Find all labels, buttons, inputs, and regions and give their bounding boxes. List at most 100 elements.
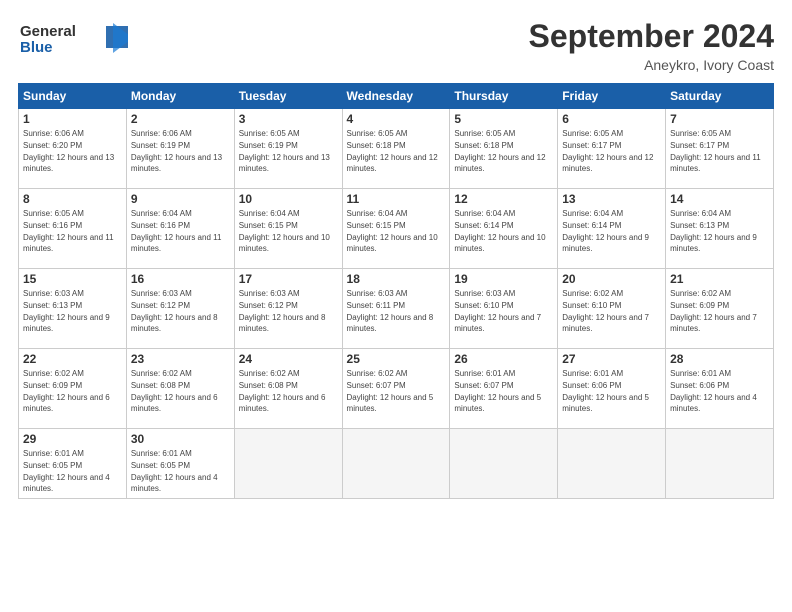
- table-row: 25 Sunrise: 6:02 AMSunset: 6:07 PMDaylig…: [342, 349, 450, 429]
- day-info: Sunrise: 6:03 AMSunset: 6:11 PMDaylight:…: [347, 289, 434, 333]
- day-info: Sunrise: 6:01 AMSunset: 6:06 PMDaylight:…: [562, 369, 649, 413]
- table-row: 4 Sunrise: 6:05 AMSunset: 6:18 PMDayligh…: [342, 109, 450, 189]
- table-row: [558, 429, 666, 499]
- day-number: 2: [131, 112, 230, 126]
- day-number: 17: [239, 272, 338, 286]
- day-info: Sunrise: 6:04 AMSunset: 6:14 PMDaylight:…: [562, 209, 649, 253]
- day-info: Sunrise: 6:01 AMSunset: 6:05 PMDaylight:…: [131, 449, 218, 493]
- table-row: 7 Sunrise: 6:05 AMSunset: 6:17 PMDayligh…: [666, 109, 774, 189]
- day-number: 24: [239, 352, 338, 366]
- day-number: 21: [670, 272, 769, 286]
- day-number: 16: [131, 272, 230, 286]
- day-number: 26: [454, 352, 553, 366]
- day-number: 18: [347, 272, 446, 286]
- day-info: Sunrise: 6:02 AMSunset: 6:10 PMDaylight:…: [562, 289, 649, 333]
- day-number: 23: [131, 352, 230, 366]
- table-row: 1 Sunrise: 6:06 AMSunset: 6:20 PMDayligh…: [19, 109, 127, 189]
- day-info: Sunrise: 6:02 AMSunset: 6:08 PMDaylight:…: [239, 369, 326, 413]
- day-info: Sunrise: 6:06 AMSunset: 6:20 PMDaylight:…: [23, 129, 114, 173]
- svg-text:General: General: [20, 23, 76, 40]
- table-row: 23 Sunrise: 6:02 AMSunset: 6:08 PMDaylig…: [126, 349, 234, 429]
- day-info: Sunrise: 6:03 AMSunset: 6:12 PMDaylight:…: [239, 289, 326, 333]
- table-row: 6 Sunrise: 6:05 AMSunset: 6:17 PMDayligh…: [558, 109, 666, 189]
- col-monday: Monday: [126, 84, 234, 109]
- table-row: 29 Sunrise: 6:01 AMSunset: 6:05 PMDaylig…: [19, 429, 127, 499]
- day-number: 1: [23, 112, 122, 126]
- day-number: 30: [131, 432, 230, 446]
- day-number: 27: [562, 352, 661, 366]
- logo: General Blue: [18, 18, 128, 65]
- day-info: Sunrise: 6:05 AMSunset: 6:17 PMDaylight:…: [562, 129, 653, 173]
- day-info: Sunrise: 6:05 AMSunset: 6:18 PMDaylight:…: [454, 129, 545, 173]
- col-thursday: Thursday: [450, 84, 558, 109]
- day-info: Sunrise: 6:04 AMSunset: 6:15 PMDaylight:…: [239, 209, 330, 253]
- day-info: Sunrise: 6:05 AMSunset: 6:18 PMDaylight:…: [347, 129, 438, 173]
- location: Aneykro, Ivory Coast: [529, 57, 774, 73]
- table-row: 15 Sunrise: 6:03 AMSunset: 6:13 PMDaylig…: [19, 269, 127, 349]
- col-wednesday: Wednesday: [342, 84, 450, 109]
- table-row: 17 Sunrise: 6:03 AMSunset: 6:12 PMDaylig…: [234, 269, 342, 349]
- table-row: 14 Sunrise: 6:04 AMSunset: 6:13 PMDaylig…: [666, 189, 774, 269]
- day-number: 29: [23, 432, 122, 446]
- table-row: [342, 429, 450, 499]
- calendar-header-row: Sunday Monday Tuesday Wednesday Thursday…: [19, 84, 774, 109]
- day-info: Sunrise: 6:02 AMSunset: 6:09 PMDaylight:…: [670, 289, 757, 333]
- table-row: 27 Sunrise: 6:01 AMSunset: 6:06 PMDaylig…: [558, 349, 666, 429]
- day-info: Sunrise: 6:01 AMSunset: 6:06 PMDaylight:…: [670, 369, 757, 413]
- table-row: 24 Sunrise: 6:02 AMSunset: 6:08 PMDaylig…: [234, 349, 342, 429]
- day-number: 10: [239, 192, 338, 206]
- table-row: 12 Sunrise: 6:04 AMSunset: 6:14 PMDaylig…: [450, 189, 558, 269]
- month-title: September 2024: [529, 18, 774, 55]
- table-row: 28 Sunrise: 6:01 AMSunset: 6:06 PMDaylig…: [666, 349, 774, 429]
- col-saturday: Saturday: [666, 84, 774, 109]
- table-row: 19 Sunrise: 6:03 AMSunset: 6:10 PMDaylig…: [450, 269, 558, 349]
- day-number: 11: [347, 192, 446, 206]
- table-row: 26 Sunrise: 6:01 AMSunset: 6:07 PMDaylig…: [450, 349, 558, 429]
- table-row: 10 Sunrise: 6:04 AMSunset: 6:15 PMDaylig…: [234, 189, 342, 269]
- title-block: September 2024 Aneykro, Ivory Coast: [529, 18, 774, 73]
- day-info: Sunrise: 6:04 AMSunset: 6:13 PMDaylight:…: [670, 209, 757, 253]
- logo-text: General Blue: [18, 18, 128, 65]
- day-info: Sunrise: 6:04 AMSunset: 6:15 PMDaylight:…: [347, 209, 438, 253]
- day-number: 22: [23, 352, 122, 366]
- table-row: 21 Sunrise: 6:02 AMSunset: 6:09 PMDaylig…: [666, 269, 774, 349]
- day-number: 19: [454, 272, 553, 286]
- table-row: 11 Sunrise: 6:04 AMSunset: 6:15 PMDaylig…: [342, 189, 450, 269]
- table-row: [666, 429, 774, 499]
- header: General Blue September 2024 Aneykro, Ivo…: [18, 18, 774, 73]
- table-row: [450, 429, 558, 499]
- col-tuesday: Tuesday: [234, 84, 342, 109]
- table-row: 8 Sunrise: 6:05 AMSunset: 6:16 PMDayligh…: [19, 189, 127, 269]
- day-info: Sunrise: 6:01 AMSunset: 6:07 PMDaylight:…: [454, 369, 541, 413]
- day-number: 25: [347, 352, 446, 366]
- col-friday: Friday: [558, 84, 666, 109]
- day-number: 8: [23, 192, 122, 206]
- day-info: Sunrise: 6:03 AMSunset: 6:12 PMDaylight:…: [131, 289, 218, 333]
- day-number: 15: [23, 272, 122, 286]
- table-row: [234, 429, 342, 499]
- day-number: 4: [347, 112, 446, 126]
- day-info: Sunrise: 6:02 AMSunset: 6:08 PMDaylight:…: [131, 369, 218, 413]
- table-row: 3 Sunrise: 6:05 AMSunset: 6:19 PMDayligh…: [234, 109, 342, 189]
- day-number: 6: [562, 112, 661, 126]
- day-info: Sunrise: 6:01 AMSunset: 6:05 PMDaylight:…: [23, 449, 110, 493]
- table-row: 5 Sunrise: 6:05 AMSunset: 6:18 PMDayligh…: [450, 109, 558, 189]
- table-row: 30 Sunrise: 6:01 AMSunset: 6:05 PMDaylig…: [126, 429, 234, 499]
- day-info: Sunrise: 6:05 AMSunset: 6:17 PMDaylight:…: [670, 129, 761, 173]
- table-row: 16 Sunrise: 6:03 AMSunset: 6:12 PMDaylig…: [126, 269, 234, 349]
- table-row: 2 Sunrise: 6:06 AMSunset: 6:19 PMDayligh…: [126, 109, 234, 189]
- svg-text:Blue: Blue: [20, 39, 53, 56]
- day-number: 5: [454, 112, 553, 126]
- day-number: 7: [670, 112, 769, 126]
- calendar-table: Sunday Monday Tuesday Wednesday Thursday…: [18, 83, 774, 499]
- day-info: Sunrise: 6:02 AMSunset: 6:07 PMDaylight:…: [347, 369, 434, 413]
- day-number: 14: [670, 192, 769, 206]
- day-number: 3: [239, 112, 338, 126]
- table-row: 18 Sunrise: 6:03 AMSunset: 6:11 PMDaylig…: [342, 269, 450, 349]
- table-row: 9 Sunrise: 6:04 AMSunset: 6:16 PMDayligh…: [126, 189, 234, 269]
- day-number: 28: [670, 352, 769, 366]
- day-info: Sunrise: 6:05 AMSunset: 6:19 PMDaylight:…: [239, 129, 330, 173]
- day-info: Sunrise: 6:04 AMSunset: 6:14 PMDaylight:…: [454, 209, 545, 253]
- page: General Blue September 2024 Aneykro, Ivo…: [0, 0, 792, 509]
- day-info: Sunrise: 6:03 AMSunset: 6:10 PMDaylight:…: [454, 289, 541, 333]
